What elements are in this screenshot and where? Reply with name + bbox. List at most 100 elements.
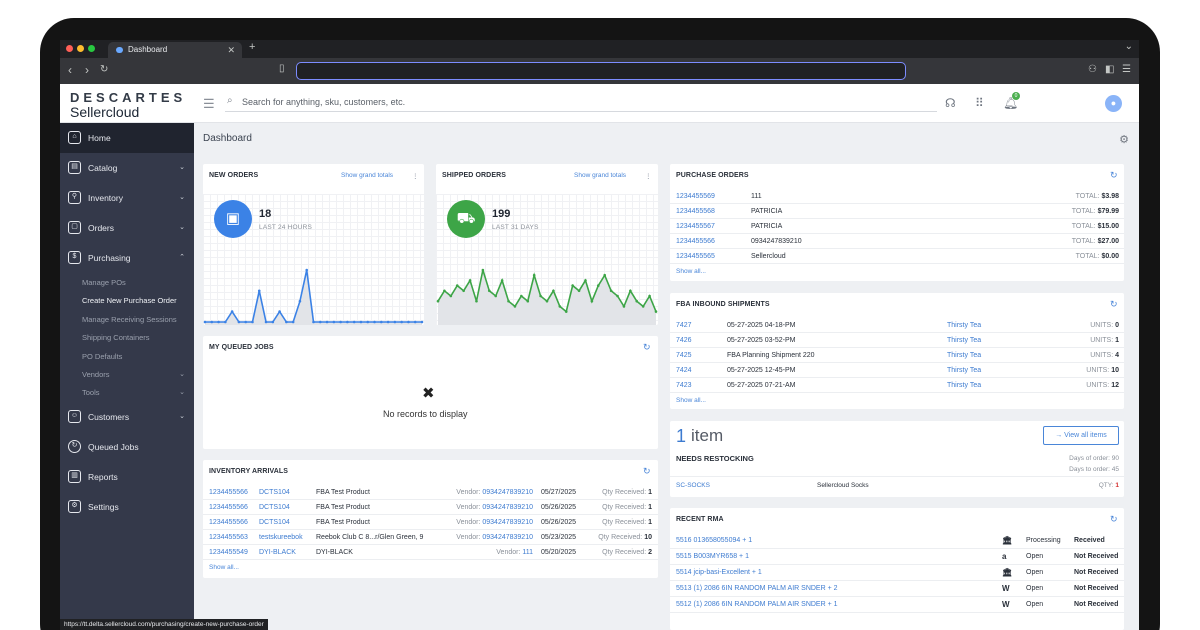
shipment-id-link[interactable]: 7426 [676,333,692,348]
shipment-id-link[interactable]: 7427 [676,318,692,333]
more-options-icon[interactable]: ⋮ [645,172,652,180]
vendor-link[interactable]: 0934247839210 [482,519,533,526]
view-all-items-button[interactable]: → View all items [1043,426,1119,445]
maximize-window-icon[interactable] [88,45,95,52]
qty-label: Qty Received: [602,519,647,526]
rma-link[interactable]: 5516 013658055094 + 1 [676,533,752,549]
restock-sku-link[interactable]: SC-SOCKS [676,482,710,489]
sku-link[interactable]: DYI-BLACK [259,545,296,560]
vendor-link[interactable]: 0934247839210 [482,489,533,496]
sidebar-sub-manage-pos[interactable]: Manage POs [60,274,194,292]
refresh-icon[interactable]: ↻ [1110,299,1118,310]
po-id-link[interactable]: 1234455549 [209,545,248,560]
sidebar-toggle-icon[interactable]: ◧ [1105,64,1114,75]
sidebar-sub-po-defaults[interactable]: PO Defaults [60,348,194,366]
refresh-icon[interactable]: ↻ [1110,514,1118,525]
company-link[interactable]: Thirsty Tea [947,363,981,378]
sidebar-item-settings[interactable]: ⚙ Settings [60,492,194,522]
more-options-icon[interactable]: ⋮ [412,172,419,180]
vendor-link[interactable]: 0934247839210 [482,504,533,511]
sidebar-sub-create-purchase-order[interactable]: Create New Purchase Order [60,292,194,310]
sku-link[interactable]: DCTS104 [259,500,290,515]
card-title: NEW ORDERS [209,172,259,179]
po-id-link[interactable]: 1234455566 [676,234,715,249]
vendor-link[interactable]: 0934247839210 [482,534,533,541]
menu-toggle-icon[interactable]: ☰ [203,96,215,112]
po-id-link[interactable]: 1234455566 [209,515,248,530]
browser-menu-icon[interactable]: ☰ [1122,64,1131,75]
company-link[interactable]: Thirsty Tea [947,348,981,363]
address-bar[interactable] [296,62,906,80]
shipment-id-link[interactable]: 7424 [676,363,692,378]
show-all-link[interactable]: Show all... [676,268,706,275]
close-tab-icon[interactable]: ✕ [227,42,235,58]
sidebar-sub-vendors[interactable]: Vendors ⌄ [60,366,194,384]
sidebar-sub-receiving-sessions[interactable]: Manage Receiving Sessions [60,311,194,329]
vendor-link[interactable]: 111 [522,549,533,556]
shipment-units: UNITS: 0 [1090,318,1119,333]
sidebar-item-queued-jobs[interactable]: ↻ Queued Jobs [60,432,194,462]
refresh-icon[interactable]: ↻ [643,342,651,353]
rma-link[interactable]: 5513 (1) 2086 6IN RANDOM PALM AIR SNDER … [676,581,838,597]
sku-link[interactable]: DCTS104 [259,485,290,500]
forward-icon[interactable]: › [85,63,89,77]
po-id-link[interactable]: 1234455563 [209,530,248,545]
company-link[interactable]: Thirsty Tea [947,318,981,333]
rma-link[interactable]: 5514 jcip-basi-Excellent + 1 [676,565,762,581]
rma-link[interactable]: 5515 B003MYR658 + 1 [676,549,749,565]
sidebar-item-reports[interactable]: ▥ Reports [60,462,194,492]
company-link[interactable]: Thirsty Tea [947,378,981,393]
chevron-down-icon: ⌄ [179,371,185,378]
tab-menu-chevron-icon[interactable]: ⌄ [1125,41,1133,52]
po-id-link[interactable]: 1234455568 [676,204,715,219]
search-input[interactable] [242,94,922,110]
apps-grid-icon[interactable]: ⠿ [975,96,984,110]
rma-link[interactable]: 5512 (1) 2086 6IN RANDOM PALM AIR SNDER … [676,597,838,613]
global-search[interactable]: ⌕ [225,92,937,112]
extensions-icon[interactable]: ⚇ [1088,64,1097,75]
refresh-icon[interactable]: ↻ [643,466,651,477]
po-id-link[interactable]: 1234455567 [676,219,715,234]
sidebar-item-label: Orders [88,223,114,233]
sidebar-item-purchasing[interactable]: $ Purchasing ⌃ [60,243,194,273]
browser-tab[interactable]: Dashboard ✕ [108,42,242,58]
sidebar-item-home[interactable]: ⌂ Home [60,123,194,153]
show-all-link[interactable]: Show all... [676,397,706,404]
table-row: 5516 013658055094 + 1 🏛︎ Processing Receive… [670,533,1124,549]
bookmark-icon[interactable]: ▯ [279,63,285,74]
sku-link[interactable]: DCTS104 [259,515,290,530]
shipment-id-link[interactable]: 7423 [676,378,692,393]
page: Dashboard ✕ + ⌄ ‹ › ↻ ▯ ⚇ ◧ ☰ DESCARTES … [0,0,1200,630]
refresh-icon[interactable]: ↻ [1110,170,1118,181]
sidebar-item-customers[interactable]: ☺ Customers ⌄ [60,402,194,432]
po-id-link[interactable]: 1234455565 [676,249,715,264]
table-row: 5514 jcip-basi-Excellent + 1 🏛︎ Open Not Re… [670,565,1124,581]
shipment-id-link[interactable]: 7425 [676,348,692,363]
sidebar-sub-shipping-containers[interactable]: Shipping Containers [60,329,194,347]
po-id-link[interactable]: 1234455569 [676,189,715,204]
po-id-link[interactable]: 1234455566 [209,500,248,515]
support-headset-icon[interactable]: ☊ [945,96,956,110]
company-link[interactable]: Thirsty Tea [947,333,981,348]
table-row: 7426 05-27-2025 03-52-PM Thirsty Tea UNITS:… [670,333,1124,348]
vendor-label: Vendor: [456,519,481,526]
sidebar-sub-tools[interactable]: Tools ⌄ [60,384,194,402]
sidebar-item-inventory[interactable]: ⚲ Inventory ⌄ [60,183,194,213]
show-grand-totals-link[interactable]: Show grand totals [341,172,393,179]
close-window-icon[interactable] [66,45,73,52]
minimize-window-icon[interactable] [77,45,84,52]
user-avatar-icon[interactable]: ● [1105,95,1122,112]
sparkline-point [257,289,261,293]
gear-icon[interactable]: ⚙ [1119,133,1129,146]
sidebar-item-orders[interactable]: ▢ Orders ⌄ [60,213,194,243]
reload-icon[interactable]: ↻ [100,64,108,75]
shipment-units: UNITS: 1 [1090,333,1119,348]
sidebar-item-catalog[interactable]: ▤ Catalog ⌄ [60,153,194,183]
back-icon[interactable]: ‹ [68,63,72,77]
show-grand-totals-link[interactable]: Show grand totals [574,172,626,179]
po-id-link[interactable]: 1234455566 [209,485,248,500]
show-all-link[interactable]: Show all... [209,564,239,571]
sku-link[interactable]: testskureebok [259,530,303,545]
new-tab-button[interactable]: + [249,41,255,53]
qty-received: Qty Received: 1 [602,500,652,515]
